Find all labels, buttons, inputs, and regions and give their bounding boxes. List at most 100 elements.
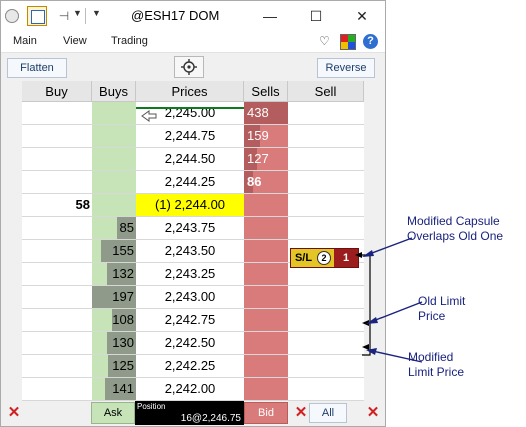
buy-cell[interactable]: 58 xyxy=(22,194,90,216)
link-circle-icon[interactable] xyxy=(5,9,19,23)
position-display: Position 16@2,246.75 xyxy=(135,401,244,425)
sells-cell xyxy=(247,194,288,216)
sl-order-capsule[interactable]: S/L 2 1 xyxy=(290,248,359,268)
minimize-button[interactable]: — xyxy=(247,1,293,31)
buys-cell: 132 xyxy=(112,266,134,281)
bid-button[interactable]: Bid xyxy=(244,402,288,424)
buy-cell[interactable] xyxy=(22,263,90,285)
price-cell: 2,242.75 xyxy=(164,312,216,327)
buy-cell[interactable] xyxy=(22,286,90,308)
order-toolbar: Flatten Reverse xyxy=(1,53,385,81)
sells-cell: 127 xyxy=(247,151,269,166)
buys-cell: 130 xyxy=(112,335,134,350)
close-button[interactable]: ✕ xyxy=(339,1,385,31)
ladder-row: 108 2,242.75 xyxy=(22,309,364,332)
price-ladder: Buy Buys Prices Sells Sell 2,245.00 438 2,… xyxy=(22,81,364,401)
price-cell: 2,244.25 xyxy=(164,174,216,189)
cancel-buys-icon[interactable]: ✕ xyxy=(4,403,24,423)
sl-label: S/L xyxy=(291,249,316,267)
header-buy: Buy xyxy=(22,81,92,102)
title-separator xyxy=(85,8,86,24)
buys-cell: 108 xyxy=(112,312,134,327)
position-label: Position xyxy=(137,402,166,411)
sells-cell xyxy=(247,263,288,285)
buy-cell[interactable] xyxy=(22,217,90,239)
sell-cell[interactable] xyxy=(288,125,364,147)
color-grid-icon[interactable] xyxy=(340,34,356,50)
ladder-row: 85 2,243.75 xyxy=(22,217,364,240)
quick-access-menu-icon[interactable]: ▼ xyxy=(92,8,101,18)
buys-cell: 125 xyxy=(112,358,134,373)
sell-cell[interactable] xyxy=(288,378,364,400)
price-cell: 2,243.50 xyxy=(164,243,216,258)
buy-cell[interactable] xyxy=(22,240,90,262)
sells-cell xyxy=(247,309,288,331)
price-cell: 2,243.25 xyxy=(164,266,216,281)
pin-icon[interactable]: ⊣ xyxy=(55,7,73,25)
reverse-button[interactable]: Reverse xyxy=(317,58,375,78)
buys-cell: 141 xyxy=(112,381,134,396)
buy-cell[interactable] xyxy=(22,355,90,377)
buy-cell[interactable] xyxy=(22,332,90,354)
buy-cell[interactable] xyxy=(22,309,90,331)
sells-cell: 159 xyxy=(247,128,269,143)
dom-window: ⊣ ▼ ▼ @ESH17 DOM — ☐ ✕ Main View Trading… xyxy=(0,0,386,427)
header-prices: Prices xyxy=(136,81,244,102)
sell-cell[interactable] xyxy=(288,171,364,193)
last-trade-arrow-icon xyxy=(141,110,157,122)
price-cell: 2,244.75 xyxy=(164,128,216,143)
buys-cell xyxy=(92,194,134,216)
annotation-line: Price xyxy=(418,309,446,323)
ask-button[interactable]: Ask xyxy=(91,402,135,424)
ladder-row: 2,244.25 86 xyxy=(22,171,364,194)
calendar-icon[interactable] xyxy=(27,6,47,26)
order-count-badge: 2 xyxy=(317,251,331,265)
maximize-button[interactable]: ☐ xyxy=(293,1,339,31)
sell-cell[interactable] xyxy=(288,148,364,170)
price-cell: 2,243.00 xyxy=(164,289,216,304)
sell-cell[interactable] xyxy=(288,194,364,216)
price-cell: 2,243.75 xyxy=(164,220,216,235)
ladder-row: 58 (1) 2,244.00 xyxy=(22,194,364,217)
price-cell: 2,242.50 xyxy=(164,335,216,350)
ladder-row: 2,245.00 438 xyxy=(22,102,364,125)
help-icon[interactable]: ? xyxy=(363,34,378,49)
buys-cell xyxy=(92,125,134,147)
buys-cell: 85 xyxy=(119,220,134,235)
header-sells: Sells xyxy=(244,81,288,102)
price-cell: (1) 2,244.00 xyxy=(154,197,226,212)
all-button[interactable]: All xyxy=(309,403,347,423)
menu-main[interactable]: Main xyxy=(13,35,37,47)
buy-cell[interactable] xyxy=(22,102,90,124)
sells-cell xyxy=(247,355,288,377)
menu-trading[interactable]: Trading xyxy=(111,35,148,47)
sells-cell xyxy=(247,240,288,262)
header-buys: Buys xyxy=(92,81,136,102)
ladder-row: 2,244.75 159 xyxy=(22,125,364,148)
favorite-icon[interactable]: ♡ xyxy=(319,34,330,48)
cancel-all-icon[interactable]: ✕ xyxy=(291,403,311,423)
buy-cell[interactable] xyxy=(22,171,90,193)
buys-cell xyxy=(92,171,134,193)
buy-cell[interactable] xyxy=(22,378,90,400)
buys-cell: 155 xyxy=(112,243,134,258)
sells-cell xyxy=(247,332,288,354)
ladder-row: 2,244.50 127 xyxy=(22,148,364,171)
sells-cell xyxy=(247,378,288,400)
annotation-modified-limit-price: Modified Limit Price xyxy=(408,350,464,380)
cancel-sells-icon[interactable]: ✕ xyxy=(363,403,383,423)
title-bar: ⊣ ▼ ▼ @ESH17 DOM — ☐ ✕ xyxy=(1,1,385,31)
crosshair-icon[interactable] xyxy=(174,56,204,78)
buy-cell[interactable] xyxy=(22,148,90,170)
flatten-button[interactable]: Flatten xyxy=(7,58,67,78)
sells-cell xyxy=(247,286,288,308)
menu-view[interactable]: View xyxy=(63,35,87,47)
ladder-row: 125 2,242.25 xyxy=(22,355,364,378)
header-sell: Sell xyxy=(288,81,364,102)
sell-cell[interactable] xyxy=(288,102,364,124)
price-cell: 2,242.25 xyxy=(164,358,216,373)
buys-cell xyxy=(92,148,134,170)
buy-cell[interactable] xyxy=(22,125,90,147)
chevron-down-icon[interactable]: ▼ xyxy=(73,8,82,18)
ladder-row: 197 2,243.00 xyxy=(22,286,364,309)
